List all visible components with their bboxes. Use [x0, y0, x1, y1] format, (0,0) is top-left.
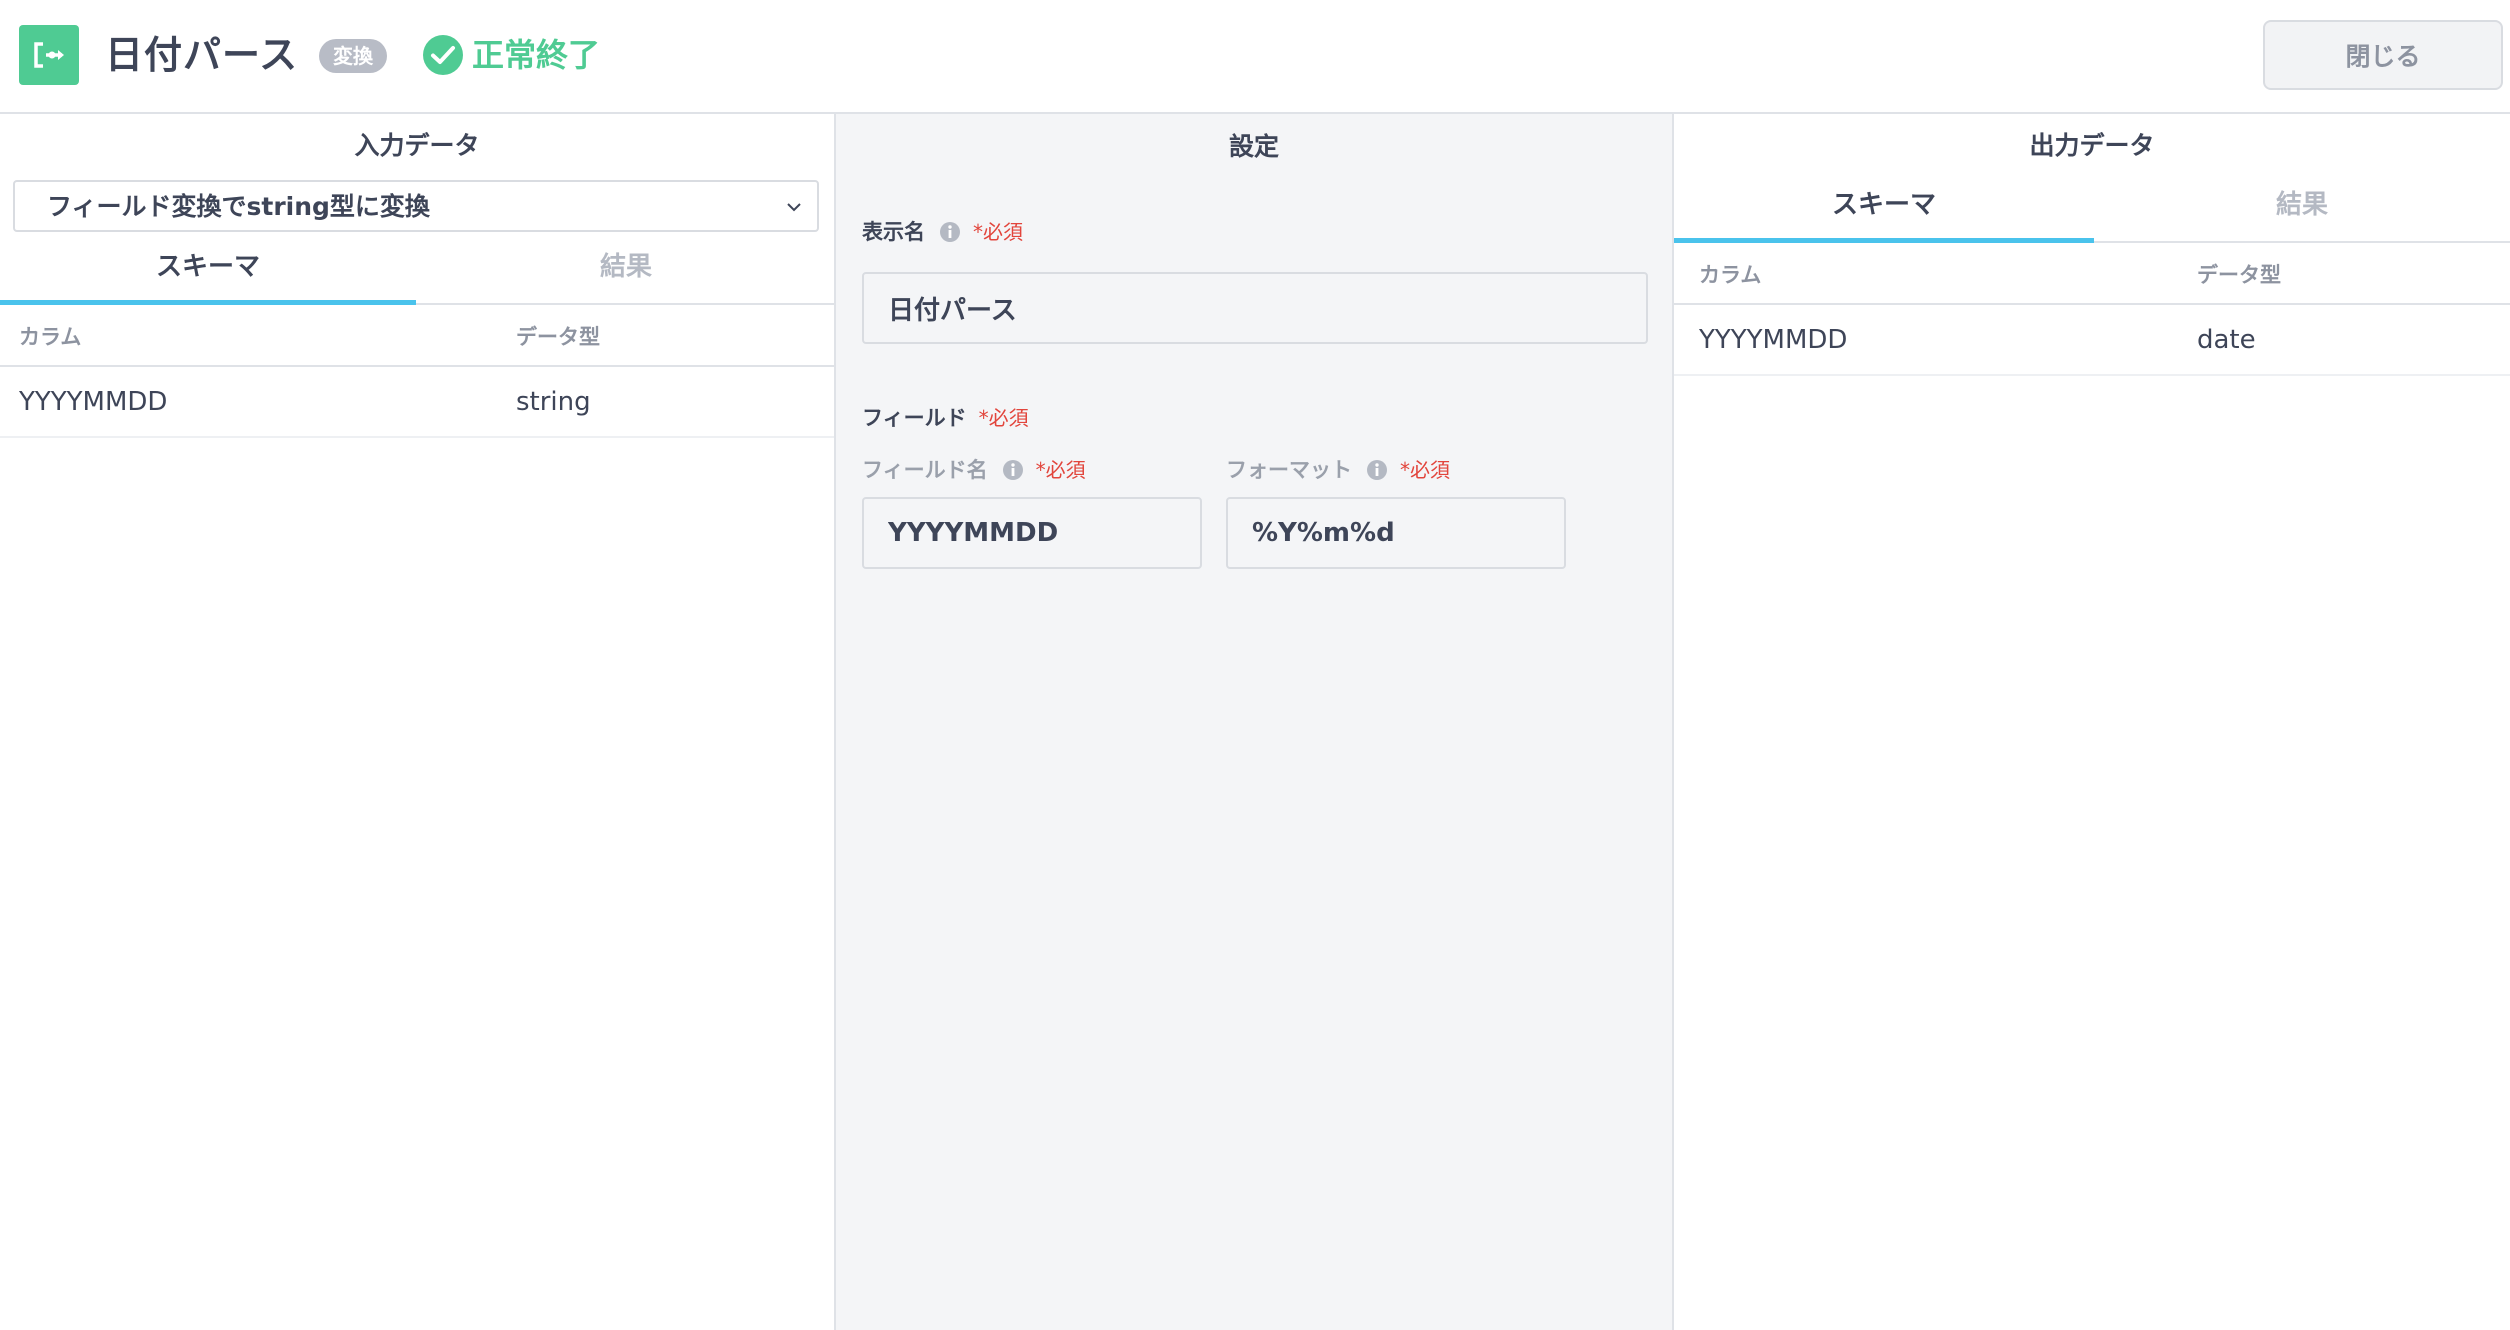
column-header-type: データ型: [2197, 263, 2281, 287]
status-indicator: 正常終了: [422, 33, 600, 77]
settings-panel-title: 設定: [1228, 132, 1279, 161]
row-data-type: string: [516, 387, 591, 417]
check-circle-icon: [423, 35, 463, 75]
status-text: 正常終了: [472, 36, 601, 74]
type-badge: 変換: [319, 39, 387, 73]
row-column-name: YYYYMMDD: [19, 387, 168, 417]
tab-output-result[interactable]: 結果: [2094, 181, 2510, 241]
tab-input-result[interactable]: 結果: [416, 243, 836, 303]
format-input[interactable]: [1226, 497, 1566, 569]
info-icon[interactable]: [1002, 459, 1024, 481]
chevron-down-icon: [787, 203, 801, 212]
format-label: フォーマット *必須: [1226, 455, 1450, 485]
required-mark: *必須: [1400, 458, 1450, 482]
field-section-label-text: フィールド: [862, 406, 967, 430]
close-button[interactable]: 閉じる: [2263, 20, 2503, 90]
display-name-label: 表示名 *必須: [862, 217, 1023, 247]
input-data-panel: 入力データ フィールド変換でstring型に変換 スキーマ 結果 カラム データ…: [0, 114, 836, 1330]
column-header-column: カラム: [1699, 263, 1762, 287]
input-panel-title: 入力データ: [354, 131, 480, 160]
tab-output-schema[interactable]: スキーマ: [1674, 181, 2094, 243]
display-name-label-text: 表示名: [862, 220, 925, 244]
field-section-label: フィールド *必須: [862, 403, 1029, 433]
info-icon[interactable]: [1366, 459, 1388, 481]
page-title: 日付パース: [105, 33, 299, 77]
output-data-panel: 出力データ スキーマ 結果 カラム データ型 YYYYMMDD date: [1674, 114, 2510, 1330]
column-header-column: カラム: [19, 325, 82, 349]
table-row: YYYYMMDD date: [1674, 306, 2510, 376]
display-name-input[interactable]: [862, 272, 1648, 344]
field-name-input[interactable]: [862, 497, 1202, 569]
required-mark: *必須: [1035, 458, 1086, 482]
output-tabs: スキーマ 結果: [1674, 181, 2510, 243]
format-label-text: フォーマット: [1226, 458, 1352, 482]
tab-input-schema[interactable]: スキーマ: [0, 243, 416, 305]
row-data-type: date: [2197, 325, 2256, 355]
header-bar: 日付パース 変換 正常終了 閉じる: [0, 0, 2510, 114]
required-mark: *必須: [973, 220, 1023, 244]
settings-panel: 設定 表示名 *必須 フィールド *必須 フィールド名 *必須 フォーマット *…: [836, 114, 1674, 1330]
required-mark: *必須: [978, 406, 1029, 430]
output-panel-title: 出力データ: [2029, 131, 2155, 160]
input-tabs: スキーマ 結果: [0, 243, 834, 305]
column-header-type: データ型: [516, 325, 600, 349]
field-name-label-text: フィールド名: [862, 458, 988, 482]
row-column-name: YYYYMMDD: [1699, 325, 1848, 355]
input-source-value: フィールド変換でstring型に変換: [47, 192, 430, 221]
split-flow-icon: [19, 25, 79, 85]
info-icon[interactable]: [939, 221, 961, 243]
output-schema-header: カラム データ型: [1674, 245, 2510, 305]
input-source-select[interactable]: フィールド変換でstring型に変換: [13, 180, 819, 232]
field-name-label: フィールド名 *必須: [862, 455, 1086, 485]
table-row: YYYYMMDD string: [0, 368, 834, 438]
input-schema-header: カラム データ型: [0, 307, 834, 367]
